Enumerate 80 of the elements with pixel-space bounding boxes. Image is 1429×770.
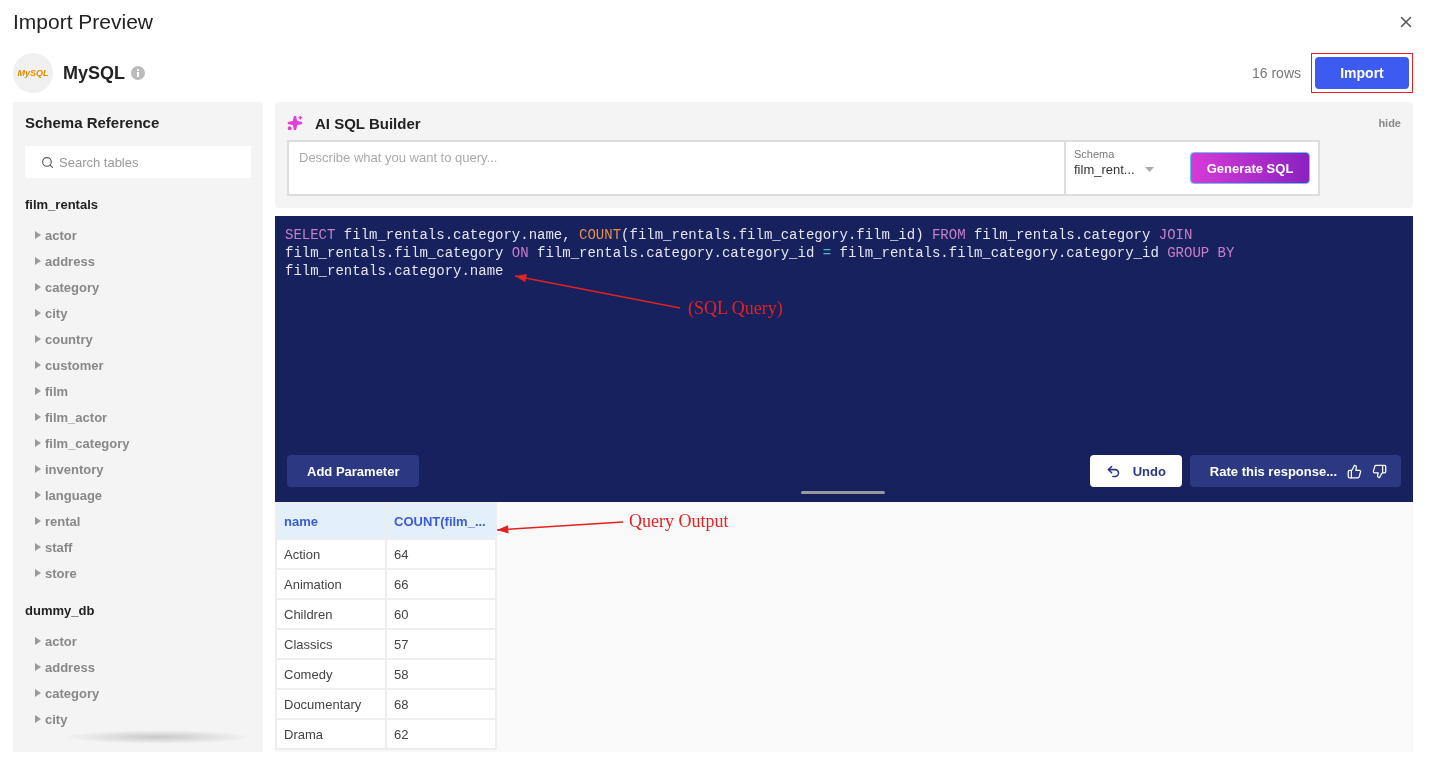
hide-link[interactable]: hide	[1378, 117, 1401, 129]
table-cell: Drama	[276, 719, 386, 749]
caret-icon	[35, 465, 41, 473]
rate-response-button[interactable]: Rate this response...	[1189, 455, 1401, 487]
table-item[interactable]: staff	[25, 534, 251, 560]
table-item[interactable]: film	[25, 378, 251, 404]
dropdown-caret-icon	[1144, 167, 1154, 172]
undo-icon	[1105, 463, 1121, 479]
generate-sql-button[interactable]: Generate SQL	[1190, 152, 1310, 184]
caret-icon	[35, 663, 41, 671]
caret-icon	[35, 439, 41, 447]
table-item[interactable]: country	[25, 326, 251, 352]
caret-icon	[35, 569, 41, 577]
table-cell: 62	[386, 719, 496, 749]
caret-icon	[35, 387, 41, 395]
table-cell: 66	[386, 569, 496, 599]
logo-text: MySQL	[17, 68, 49, 78]
table-cell: 58	[386, 659, 496, 689]
panel-title: Schema Reference	[25, 114, 161, 131]
table-cell: Comedy	[276, 659, 386, 689]
undo-button[interactable]: Undo	[1089, 455, 1182, 487]
table-cell: Animation	[276, 569, 386, 599]
caret-icon	[35, 491, 41, 499]
table-item[interactable]: inventory	[25, 456, 251, 482]
table-item[interactable]: language	[25, 482, 251, 508]
sql-code: SELECT film_rentals.category.name, COUNT(film_rentals.film_category.film_id) FROM film_rentals.category JOIN film_rentals.film_category ON film_rentals.category.category_id = film_rentals.film_category.category_id GROUP BY film_rentals.category.name	[285, 226, 1236, 280]
add-parameter-button[interactable]: Add Parameter	[287, 455, 420, 487]
table-item[interactable]: actor	[25, 222, 251, 248]
caret-icon	[35, 637, 41, 645]
sql-editor[interactable]	[275, 216, 1413, 502]
table-item[interactable]: category	[25, 274, 251, 300]
table-item[interactable]: actor	[25, 628, 251, 654]
caret-icon	[35, 361, 41, 369]
column-header[interactable]: COUNT(film_...	[386, 503, 496, 539]
caret-icon	[35, 231, 41, 239]
caret-icon	[35, 413, 41, 421]
table-cell: 64	[386, 539, 496, 569]
table-item[interactable]: city	[25, 706, 251, 732]
caret-icon	[35, 543, 41, 551]
table-item[interactable]: city	[25, 300, 251, 326]
table-item[interactable]: customer	[25, 352, 251, 378]
table-item[interactable]: film_actor	[25, 404, 251, 430]
prompt-box[interactable]: Describe what you want to query... Schema film_rent... Generate SQL	[287, 140, 1320, 196]
caret-icon	[35, 283, 41, 291]
table-cell: 57	[386, 629, 496, 659]
caret-icon	[35, 517, 41, 525]
sparkle-icon	[287, 115, 303, 131]
table-cell: Children	[276, 599, 386, 629]
dialog-title: Import Preview	[13, 10, 154, 34]
table-cell: Documentary	[276, 689, 386, 719]
source-name: MySQL	[63, 62, 125, 84]
database-name[interactable]: film_rentals	[25, 192, 251, 218]
row-count: 16 rows	[1251, 65, 1301, 81]
table-item[interactable]: category	[25, 680, 251, 706]
table-item[interactable]: address	[25, 248, 251, 274]
table-cell: 68	[386, 689, 496, 719]
table-cell: Action	[276, 539, 386, 569]
search-field[interactable]: Search tables	[25, 146, 251, 178]
table-cell: Classics	[276, 629, 386, 659]
search-icon	[41, 156, 54, 169]
annotation-label: Query Output	[629, 511, 729, 532]
table-item[interactable]: rental	[25, 508, 251, 534]
database-name[interactable]: dummy_db	[25, 598, 251, 624]
table-item[interactable]: address	[25, 654, 251, 680]
caret-icon	[35, 257, 41, 265]
table-item[interactable]: film_category	[25, 430, 251, 456]
table-item[interactable]: store	[25, 560, 251, 586]
import-button[interactable]: Import	[1315, 57, 1409, 89]
thumbs-up-icon[interactable]	[1347, 463, 1362, 479]
caret-icon	[35, 309, 41, 317]
caret-icon	[35, 335, 41, 343]
thumbs-down-icon[interactable]	[1372, 463, 1387, 479]
schema-select[interactable]: Schema film_rent...	[1066, 142, 1184, 194]
caret-icon	[35, 689, 41, 697]
table-cell: 60	[386, 599, 496, 629]
column-header[interactable]: name	[276, 503, 386, 539]
annotation-label: (SQL Query)	[688, 298, 783, 319]
caret-icon	[35, 715, 41, 723]
resize-handle[interactable]	[801, 491, 885, 494]
builder-title: AI SQL Builder	[315, 114, 421, 132]
